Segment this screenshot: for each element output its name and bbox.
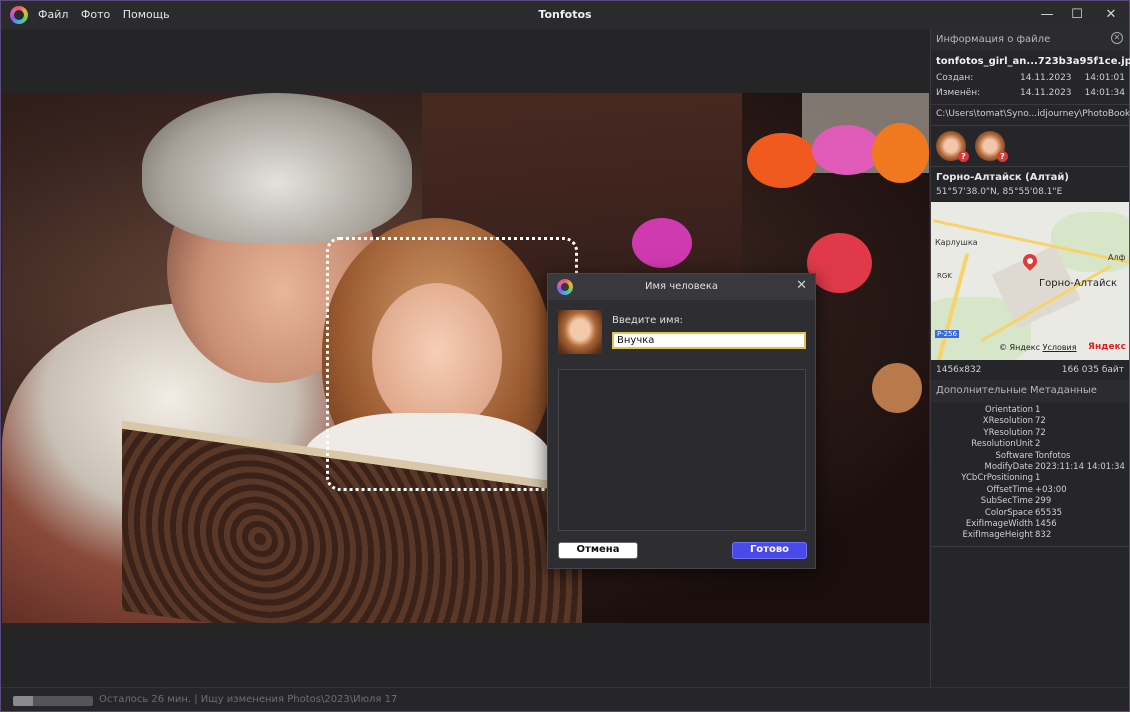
progress-bar [13,696,93,706]
app-window: Файл Фото Помощь Tonfotos — ☐ ✕ Имя чело… [0,0,1130,712]
unknown-face-badge: ? [997,151,1008,162]
map-label: P-256 [935,330,959,338]
map-label: RGK [937,272,952,280]
metadata-row: Orientation 1 [931,405,1129,416]
window-title: Tonfotos [538,8,592,21]
metadata-value: 1 [1035,473,1041,484]
metadata-row: SubSecTime 299 [931,496,1129,507]
name-suggestions-list[interactable] [558,369,806,531]
divider [931,545,1129,547]
metadata-value: 299 [1035,496,1052,507]
metadata-key: ExifImageWidth [965,518,1033,529]
progress-fill [13,696,33,706]
photo-flower [632,218,692,268]
name-label: Введите имя: [612,315,683,326]
metadata-value: 72 [1035,416,1046,427]
photo-vase [872,363,922,413]
face-selection-box[interactable] [326,237,578,491]
unknown-face-badge: ? [958,151,969,162]
faces-row: ? ? [931,126,1129,166]
metadata-value: 1 [1035,405,1041,415]
photo-flower [747,133,817,188]
metadata-list: Orientation 1 XResolution 72 YResolution 72 Re… [931,402,1129,542]
metadata-key: OffsetTime [986,484,1033,495]
dialog-title: Имя человека [644,281,718,292]
title-bar: Файл Фото Помощь Tonfotos — ☐ ✕ [1,1,1129,29]
metadata-row: OffsetTime +03:00 [931,485,1129,496]
metadata-row: XResolution 72 [931,416,1129,427]
metadata-row: ExifImageWidth 1456 [931,519,1129,530]
file-name: tonfotos_girl_an...723b3a95f1ce.jpeg [936,56,1130,67]
metadata-value: 2 [1035,439,1041,450]
face-thumbnail [558,310,602,354]
metadata-value: 1456 [1035,518,1057,529]
photo-flower [872,123,929,183]
minimize-button[interactable]: — [1033,5,1061,25]
modified-date: 14.11.2023 [1020,88,1072,98]
map-city-label: Горно-Алтайск [1039,278,1118,289]
file-info-panel: Информация о файле ✕ tonfotos_girl_an...… [930,29,1130,687]
map-attribution: © Яндекс Условия [999,343,1077,352]
yandex-logo[interactable]: Яндекс [1088,342,1126,352]
panel-header: Информация о файле ✕ [931,29,1129,51]
photo-viewer: Имя человека ✕ Введите имя: Отмена Готов… [2,29,929,687]
metadata-key: Orientation [985,405,1033,415]
done-button[interactable]: Готово [732,542,807,559]
dialog-close-button[interactable]: ✕ [796,278,807,293]
location-coordinates: 51°57'38.0"N, 85°55'08.1"E [936,187,1063,197]
metadata-key: Software [995,450,1033,461]
metadata-value: 72 [1035,427,1046,438]
modified-time: 14:01:34 [1084,88,1125,98]
metadata-row: ModifyDate 2023:11:14 14:01:34 [931,462,1129,473]
metadata-row: ExifImageHeight 832 [931,530,1129,541]
image-dimensions: 1456x832 [936,365,982,375]
metadata-key: ResolutionUnit [971,439,1033,450]
maximize-button[interactable]: ☐ [1063,5,1091,25]
metadata-key: YCbCrPositioning [961,473,1033,484]
name-input[interactable] [612,332,806,349]
metadata-header[interactable]: Дополнительные Метаданные [931,380,1129,402]
metadata-value: 832 [1035,530,1052,541]
metadata-key: YResolution [983,427,1033,438]
panel-close-icon[interactable]: ✕ [1111,32,1123,44]
metadata-row: ColorSpace 65535 [931,508,1129,519]
panel-title: Информация о файле [936,34,1051,45]
created-time: 14:01:01 [1084,73,1125,83]
metadata-value: +03:00 [1035,484,1067,495]
location-map[interactable]: Карлушка RGK Алф P-256 Горно-Алтайск © Я… [931,202,1129,360]
metadata-value: 65535 [1035,507,1063,518]
created-date: 14.11.2023 [1020,73,1072,83]
modified-row: Изменён: 14.11.2023 14:01:34 [931,86,1129,101]
metadata-key: XResolution [982,416,1033,427]
person-name-dialog: Имя человека ✕ Введите имя: Отмена Готов… [547,273,816,569]
map-copyright: © Яндекс [999,343,1041,352]
map-label: Алф [1108,253,1126,262]
cancel-button[interactable]: Отмена [558,542,638,559]
metadata-row: YCbCrPositioning 1 [931,473,1129,484]
map-terms-link[interactable]: Условия [1043,343,1077,352]
metadata-key: ExifImageHeight [962,530,1033,541]
file-size: 166 035 байт [1061,365,1124,375]
dialog-title-bar: Имя человека ✕ [548,274,815,300]
metadata-key: ColorSpace [984,507,1033,518]
metadata-key: ModifyDate [984,461,1033,472]
close-window-button[interactable]: ✕ [1097,5,1125,25]
created-row: Создан: 14.11.2023 14:01:01 [931,71,1129,86]
created-label: Создан: [936,73,974,83]
location-name: Горно-Алтайск (Алтай) [936,172,1069,183]
file-path[interactable]: C:\Users\tomat\Syno...idjourney\PhotoBoo… [931,105,1129,125]
photo-grandma-hair [142,93,412,243]
metadata-row: YResolution 72 [931,428,1129,439]
dimensions-row: 1456x832 166 035 байт [931,360,1129,380]
modified-label: Изменён: [936,88,981,98]
status-text: Осталось 26 мин. | Ищу изменения Photos\… [99,694,398,705]
metadata-value: 2023:11:14 14:01:34 [1035,461,1125,472]
metadata-row: ResolutionUnit 2 [931,439,1129,450]
status-bar: Осталось 26 мин. | Ищу изменения Photos\… [1,687,1129,711]
photo-flower [807,233,872,293]
metadata-key: SubSecTime [980,496,1033,507]
metadata-row: Software Tonfotos [931,451,1129,462]
map-label: Карлушка [935,238,978,247]
metadata-value: Tonfotos [1035,450,1071,461]
